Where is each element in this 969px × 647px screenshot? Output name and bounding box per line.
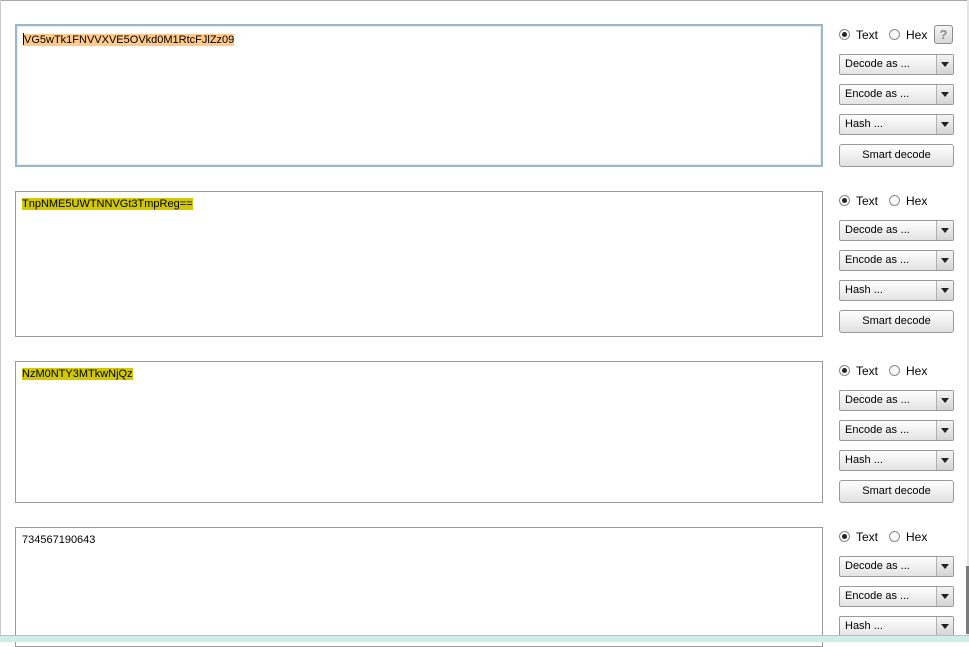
chevron-down-icon	[936, 557, 953, 576]
hex-radio-label: Hex	[906, 530, 928, 544]
hex-radio-4[interactable]: Hex	[889, 530, 933, 545]
text-radio-4[interactable]: Text	[839, 530, 889, 545]
chevron-down-icon	[936, 587, 953, 606]
chevron-down-icon	[936, 617, 953, 636]
decoder-text-area-4[interactable]: 734567190643	[15, 527, 823, 647]
hex-radio-icon	[889, 531, 900, 542]
decoder-text-4: 734567190643	[22, 534, 96, 546]
encode-as-dropdown-4[interactable]: Encode as ...	[839, 586, 954, 607]
text-radio-label: Text	[856, 530, 879, 544]
text-radio-icon	[839, 531, 850, 542]
decoder-panel-4: 734567190643 Text Hex Decode as ... Enco…	[0, 0, 966, 647]
decode-as-dropdown-4[interactable]: Decode as ...	[839, 556, 954, 577]
hash-dropdown-4[interactable]: Hash ...	[839, 616, 954, 637]
